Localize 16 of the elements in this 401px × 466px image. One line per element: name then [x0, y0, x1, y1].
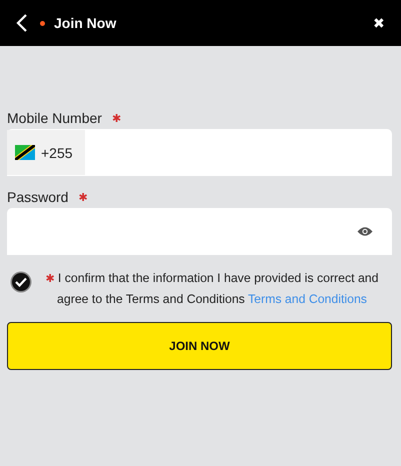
join-now-button[interactable]: JOIN NOW	[7, 322, 392, 370]
phone-input-field[interactable]: +255	[7, 129, 392, 176]
back-icon[interactable]	[16, 13, 28, 33]
password-input-field[interactable]	[7, 208, 392, 255]
flag-icon	[15, 145, 35, 160]
required-mark: ✱	[78, 190, 88, 204]
window-title: Join Now	[54, 15, 116, 31]
eye-icon[interactable]	[357, 226, 373, 237]
field-label: Password	[7, 189, 68, 205]
required-mark: ✱	[112, 112, 121, 124]
country-code-selector[interactable]: +255	[7, 130, 85, 175]
field-label: Mobile Number	[7, 110, 102, 126]
consent-text: ✱ I confirm that the information I have provided is correct and agree to the Terms and Conditions Terms and Conditions	[44, 270, 380, 308]
status-dot-icon	[40, 20, 45, 26]
consent-checkbox[interactable]	[12, 273, 30, 291]
close-button[interactable]: ✖	[371, 15, 387, 31]
